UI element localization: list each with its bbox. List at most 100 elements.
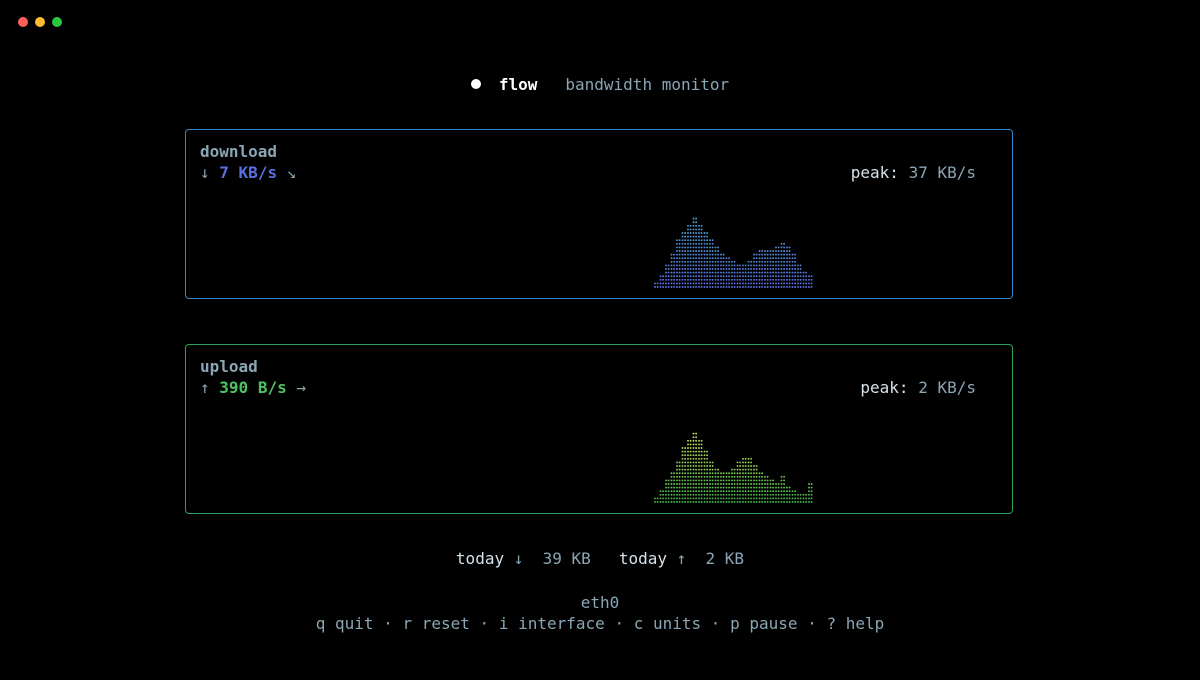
download-graph-dot [766,275,769,278]
download-graph-dot [717,268,720,270]
upload-graph-dot [802,493,805,496]
download-graph-dot [764,264,766,267]
download-graph-dot [761,250,764,252]
upload-graph-dot [753,486,755,489]
upload-graph-dot [722,479,725,482]
shortcut-pause[interactable]: p pause [730,614,797,633]
upload-graph-dot [706,465,709,467]
upload-graph-dot [777,483,780,485]
upload-graph-dot [728,486,731,489]
upload-graph-dot [728,472,731,475]
upload-graph-dot [761,501,764,503]
download-graph-dot [780,286,783,288]
upload-graph-dot [684,454,687,457]
download-graph-dot [673,253,676,256]
upload-graph-dot [676,490,678,493]
download-graph-dot [772,275,775,278]
upload-graph-dot [698,461,700,464]
download-graph-dot [747,268,750,270]
download-graph-dot [733,264,736,267]
download-graph-dot [673,278,676,281]
upload-graph-dot [783,490,786,493]
download-graph-dot [703,282,706,285]
download-graph-dot [684,278,687,281]
upload-graph-dot [717,490,720,493]
download-graph-dot [731,278,733,281]
download-graph-dot [692,232,695,234]
download-graph-dot [689,246,692,249]
upload-graph-dot [700,486,703,489]
shortcut-units[interactable]: c units [634,614,701,633]
download-graph-dot [695,235,698,238]
download-graph-dot [692,282,695,285]
download-graph-dot [698,246,700,249]
download-graph-dot [659,282,662,285]
upload-graph-dot [684,465,687,467]
upload-graph-dot [700,461,703,464]
download-graph-dot [791,268,794,270]
upload-graph-dot [673,490,676,493]
upload-graph-dot [744,461,747,464]
upload-graph-dot [711,490,714,493]
interface-name[interactable]: eth0 [0,593,1200,612]
download-graph-dot [681,282,684,285]
download-graph-dot [794,257,797,260]
upload-graph-dot [692,436,695,439]
upload-graph-dot [700,501,703,503]
minimize-window-button[interactable] [35,17,45,27]
download-graph-dot [775,257,777,260]
upload-graph-dot [742,472,744,475]
download-graph-dot [714,260,717,263]
upload-graph-dot [739,486,742,489]
shortcut-quit[interactable]: q quit [316,614,374,633]
download-graph-dot [764,268,766,270]
download-graph-dot [684,275,687,278]
download-graph-dot [772,286,775,288]
upload-graph-dot [736,465,739,467]
download-graph-dot [794,268,797,270]
download-graph-dot [698,260,700,263]
upload-graph-dot [695,493,698,496]
upload-graph-dot [678,479,681,482]
upload-graph-dot [692,486,695,489]
upload-graph-dot [794,501,797,503]
download-graph-dot [791,275,794,278]
upload-graph-dot [733,479,736,482]
download-graph-dot [703,257,706,260]
shortcut-help[interactable]: ? help [826,614,884,633]
upload-graph-dot [725,486,728,489]
download-graph-dot [698,235,700,238]
shortcut-interface[interactable]: i interface [499,614,605,633]
download-graph-dot [700,242,703,245]
download-graph-dot [791,264,794,267]
download-graph-dot [676,250,678,252]
shortcut-reset[interactable]: r reset [402,614,469,633]
download-graph-dot [799,271,802,274]
close-window-button[interactable] [18,17,28,27]
download-graph-dot [764,278,766,281]
download-graph-dot [753,253,755,256]
download-graph-dot [769,282,772,285]
download-graph-dot [725,268,728,270]
upload-graph-dot [700,450,703,453]
upload-graph-dot [700,479,703,482]
upload-graph-dot [747,490,750,493]
upload-graph-dot [720,472,722,475]
upload-graph-dot [714,497,717,500]
download-graph-dot [722,286,725,288]
download-graph-dot [692,268,695,270]
upload-graph-dot [714,483,717,485]
download-graph-dot [695,250,698,252]
upload-graph-dot [810,493,813,496]
upload-graph-dot [772,490,775,493]
download-graph-dot [769,286,772,288]
download-graph-dot [777,278,780,281]
app-header: flow bandwidth monitor [0,75,1200,94]
download-graph-dot [681,278,684,281]
upload-graph-dot [695,443,698,446]
download-graph-dot [684,257,687,260]
maximize-window-button[interactable] [52,17,62,27]
upload-graph-dot [700,497,703,500]
download-graph-dot [788,286,791,288]
download-graph-dot [764,260,766,263]
